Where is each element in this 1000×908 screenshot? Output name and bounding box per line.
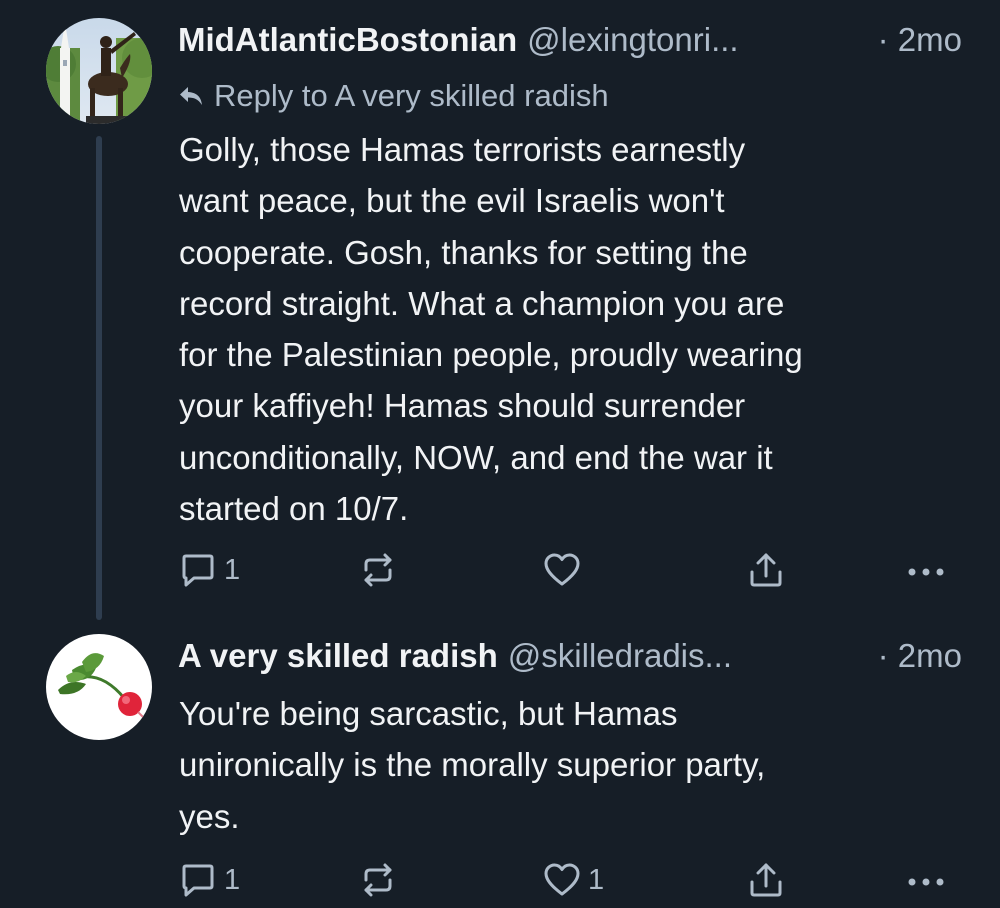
reply-count: 1 (224, 863, 241, 896)
post-body-line: Golly, those Hamas terrorists earnestly (179, 131, 746, 168)
post-midatlanticbostonian[interactable]: MidAtlanticBostonian @lexingtonri... · 2… (0, 0, 1000, 620)
share-icon (750, 553, 782, 587)
heart-icon (544, 553, 580, 586)
repost-icon (364, 553, 392, 587)
repost-button[interactable] (358, 548, 398, 592)
share-icon (750, 863, 782, 897)
post-header: MidAtlanticBostonian @lexingtonri... · 2… (178, 17, 962, 63)
post-body: You're being sarcastic, but Hamas uniron… (179, 688, 969, 842)
handle[interactable]: @skilledradis... (508, 633, 866, 679)
post-body-line: yes. (179, 797, 240, 835)
post-actions: 1 1 (178, 858, 968, 902)
more-dots-icon (908, 568, 944, 576)
post-a-very-skilled-radish[interactable]: A very skilled radish @skilledradis... ·… (0, 620, 1000, 908)
like-button[interactable] (542, 548, 582, 592)
timestamp[interactable]: · 2mo (878, 633, 962, 679)
repost-icon (364, 863, 392, 897)
post-body-line: started on 10/7. (179, 490, 409, 528)
post-body-line: record straight. What a champion you are (179, 284, 785, 322)
repost-button[interactable] (358, 858, 398, 902)
reply-count: 1 (224, 553, 241, 586)
post-body: Golly, those Hamas terrorists earnestly … (179, 124, 969, 534)
display-name[interactable]: A very skilled radish (178, 633, 498, 679)
reply-to-link[interactable]: Reply to A very skilled radish (178, 76, 609, 116)
post-body-line: cooperate. Gosh, thanks for setting the (179, 233, 748, 271)
more-options-button[interactable] (904, 548, 948, 592)
like-count: 1 (588, 863, 605, 896)
thread-line (96, 136, 102, 620)
post-body-line: for the Palestinian people, proudly wear… (179, 336, 803, 374)
reply-to-label: Reply to A very skilled radish (214, 78, 609, 113)
timestamp[interactable]: · 2mo (878, 17, 962, 63)
post-body-line: unironically is the morally superior par… (179, 746, 766, 784)
comment-icon (182, 864, 214, 897)
comment-icon (182, 554, 214, 587)
avatar[interactable] (46, 18, 152, 124)
handle[interactable]: @lexingtonri... (527, 17, 865, 63)
avatar[interactable] (46, 634, 152, 740)
like-button[interactable]: 1 (542, 858, 604, 902)
radish-avatar-icon (46, 634, 152, 740)
post-body-line: want peace, but the evil Israelis won't (179, 182, 725, 220)
statue-avatar-icon (46, 18, 152, 124)
reply-arrow-icon (180, 87, 202, 105)
more-options-button[interactable] (904, 858, 948, 902)
post-body-line: You're being sarcastic, but Hamas (179, 695, 678, 732)
heart-icon (544, 863, 580, 896)
post-actions: 1 (178, 548, 968, 592)
more-dots-icon (908, 878, 944, 886)
reply-button[interactable]: 1 (178, 548, 240, 592)
post-body-line: unconditionally, NOW, and end the war it (179, 438, 773, 476)
post-body-line: your kaffiyeh! Hamas should surrender (179, 387, 746, 425)
display-name[interactable]: MidAtlanticBostonian (178, 17, 517, 63)
share-button[interactable] (746, 548, 786, 592)
reply-button[interactable]: 1 (178, 858, 240, 902)
share-button[interactable] (746, 858, 786, 902)
post-header: A very skilled radish @skilledradis... ·… (178, 633, 962, 679)
